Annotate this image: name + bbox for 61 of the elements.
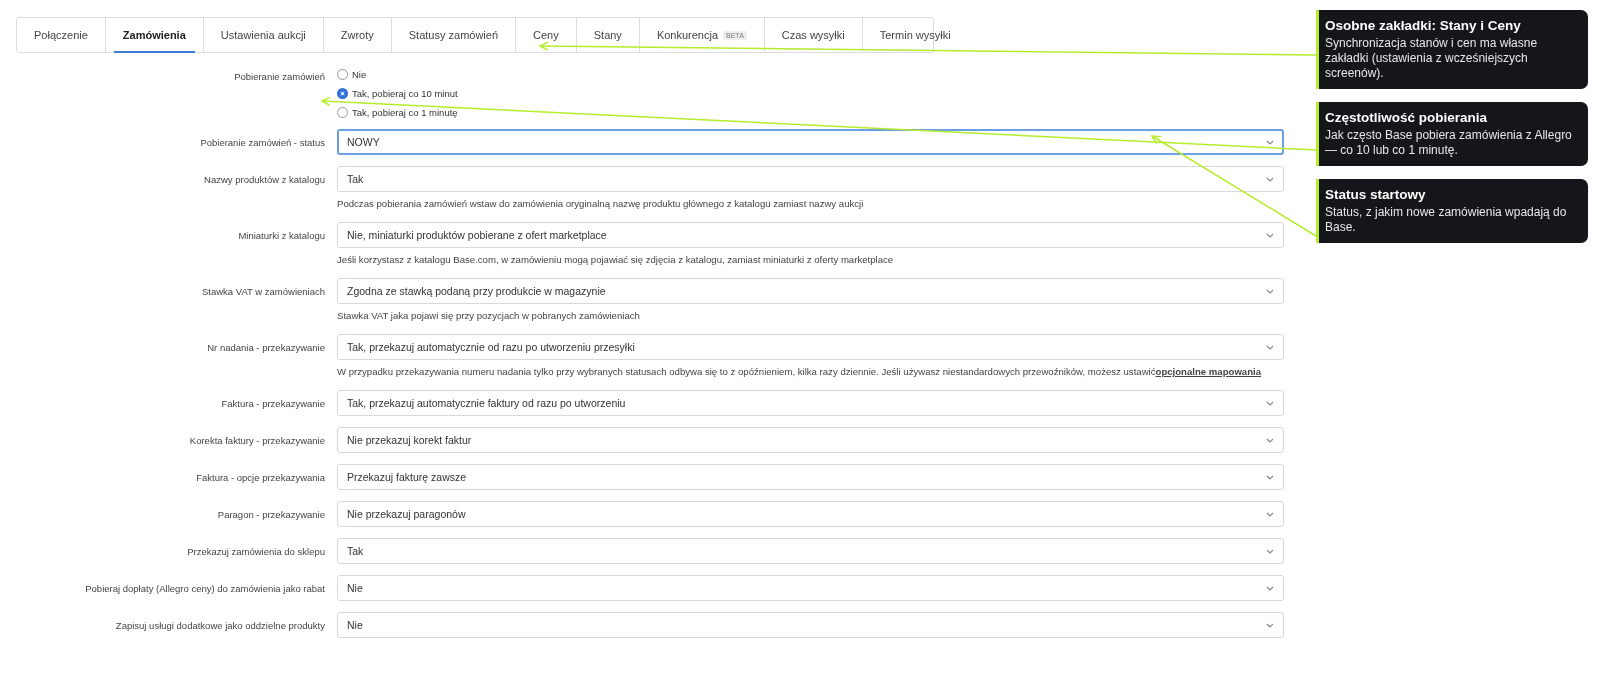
callout-title: Częstotliwość pobierania [1325, 110, 1489, 125]
chevron-icon [1266, 232, 1274, 238]
tab[interactable]: Zwroty [323, 18, 392, 52]
select-field[interactable]: Nie, miniaturki produktów pobierane z ofert marketplace [337, 222, 1284, 248]
tab[interactable]: Stany [576, 18, 640, 52]
select-field[interactable]: Nie [337, 612, 1284, 638]
select-field[interactable]: NOWY [337, 129, 1284, 155]
field-label: Paragon - przekazywanie [216, 508, 325, 520]
tab[interactable]: Ustawienia aukcji [203, 18, 324, 52]
select-field[interactable]: Nie przekazuj korekt faktur [337, 427, 1284, 453]
chevron-icon [1266, 139, 1274, 145]
field-label: Pobieranie zamówień [233, 70, 325, 82]
help-text: Podczas pobierania zamówień wstaw do zamówienia oryginalną nazwę produktu głównego z katalogu zamiast nazwy aukcji [337, 197, 865, 210]
tab[interactable]: Statusy zamówień [391, 18, 517, 52]
help-text: W przypadku przekazywania numeru nadania tylko przy wybranych statusach odbywa się to z opóźnieniem, kilka razy dziennie. Jeśli używasz niestandardowych przewoźników, możesz ustawićopcjonalne mapowania [337, 365, 1263, 378]
radio-label[interactable]: Nie [352, 69, 367, 80]
select-field[interactable]: Tak [337, 538, 1284, 564]
callout-text: Status, z jakim nowe zamówienia wpadają do Base. [1325, 205, 1568, 235]
chevron-icon [1266, 548, 1274, 554]
tab[interactable]: Czas wysyłki [764, 18, 863, 52]
callout-text: Synchronizacja stanów i cen ma własne zakładki (ustawienia z wcześniejszych screenów). [1325, 36, 1539, 81]
radio-label[interactable]: Tak, pobieraj co 1 minutę [352, 107, 458, 118]
chevron-icon [1266, 437, 1274, 443]
chevron-icon [1266, 474, 1274, 480]
field-label: Zapisuj usługi dodatkowe jako oddzielne produkty [114, 619, 325, 631]
help-text: Jeśli korzystasz z katalogu Base.com, w zamówieniu mogą pojawiać się zdjęcia z katalogu, zamiast miniaturki z oferty marketplace [337, 253, 895, 266]
select-field[interactable]: Nie [337, 575, 1284, 601]
mapping-link[interactable]: opcjonalne mapowania [1155, 366, 1262, 377]
tab[interactable]: Termin wysyłki [862, 18, 968, 52]
select-field[interactable]: Przekazuj fakturę zawsze [337, 464, 1284, 490]
tab[interactable]: Zamówienia [105, 18, 204, 52]
select-field[interactable]: Zgodna ze stawką podaną przy produkcie w magazynie [337, 278, 1284, 304]
tab[interactable]: Połączenie [17, 18, 106, 52]
callout-text: Jak często Base pobiera zamówienia z Allegro — co 10 lub co 1 minutę. [1325, 128, 1573, 158]
field-label: Przekazuj zamówienia do sklepu [186, 545, 325, 557]
chevron-icon [1266, 176, 1274, 182]
select-field[interactable]: Nie przekazuj paragonów [337, 501, 1284, 527]
field-label: Pobieraj dopłaty (Allegro ceny) do zamówienia jako rabat [84, 582, 325, 594]
callout-title: Osobne zakładki: Stany i Ceny [1325, 18, 1522, 33]
radio-label[interactable]: Tak, pobieraj co 10 minut [352, 88, 458, 99]
radio-button[interactable] [337, 88, 348, 99]
field-label: Faktura - przekazywanie [220, 397, 325, 409]
select-field[interactable]: Tak, przekazuj automatycznie faktury od razu po utworzeniu [337, 390, 1284, 416]
field-label: Nr nadania - przekazywanie [206, 341, 325, 353]
field-label: Nazwy produktów z katalogu [203, 173, 325, 185]
chevron-icon [1266, 511, 1274, 517]
help-text: Stawka VAT jaka pojawi się przy pozycjach w pobranych zamówieniach [337, 309, 641, 322]
select-field[interactable]: Tak, przekazuj automatycznie od razu po utworzeniu przesyłki [337, 334, 1284, 360]
chevron-icon [1266, 344, 1274, 350]
field-label: Pobieranie zamówień - status [199, 136, 325, 148]
field-label: Stawka VAT w zamówieniach [200, 285, 325, 297]
chevron-icon [1266, 622, 1274, 628]
select-field[interactable]: Tak [337, 166, 1284, 192]
chevron-icon [1266, 288, 1274, 294]
callout-title: Status startowy [1325, 187, 1427, 202]
chevron-icon [1266, 400, 1274, 406]
field-label: Korekta faktury - przekazywanie [188, 434, 325, 446]
chevron-icon [1266, 585, 1274, 591]
field-label: Faktura - opcje przekazywania [195, 471, 325, 483]
tab[interactable]: Ceny [516, 18, 577, 52]
field-label: Miniaturki z katalogu [237, 229, 325, 241]
